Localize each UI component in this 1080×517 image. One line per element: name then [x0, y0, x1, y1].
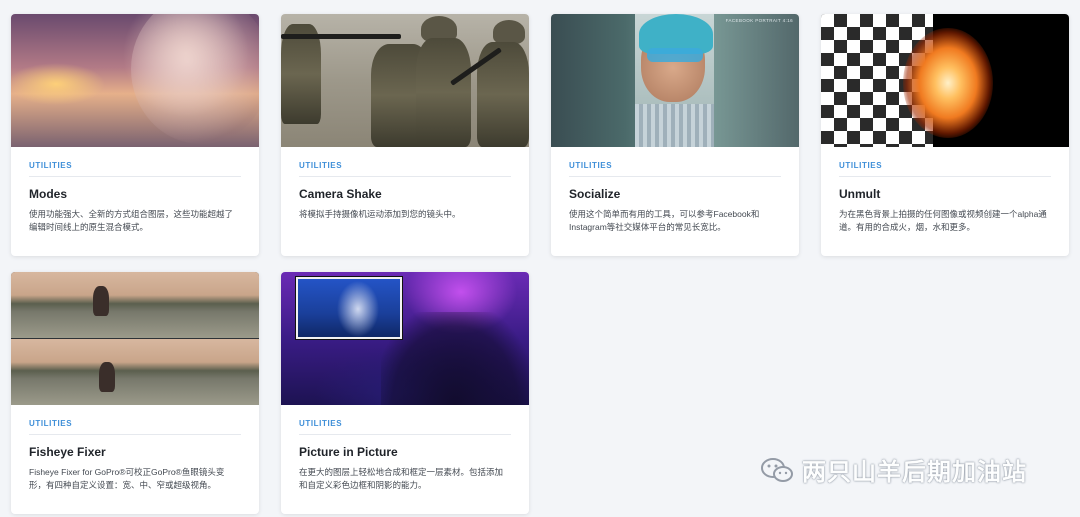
person-silhouette: [93, 286, 109, 316]
soldier-figure: [281, 24, 321, 124]
card-title: Modes: [29, 187, 68, 201]
soldier-figure: [416, 38, 471, 147]
wechat-icon: [760, 457, 794, 483]
card-category: UTILITIES: [569, 161, 781, 177]
card-title: Picture in Picture: [299, 445, 398, 459]
card-category: UTILITIES: [299, 161, 511, 177]
aspect-ratio-label: FACEBOOK PORTRAIT 4:16: [725, 18, 793, 23]
card-description: Fisheye Fixer for GoPro®可校正GoPro®鱼眼镜头变形，…: [29, 467, 225, 490]
card-category: UTILITIES: [29, 419, 241, 435]
person-silhouette: [99, 362, 115, 392]
thumbnail-modes: [11, 14, 259, 147]
card-category: UTILITIES: [299, 419, 511, 435]
card-category: UTILITIES: [839, 161, 1051, 177]
card-category: UTILITIES: [29, 161, 241, 177]
thumbnail-fisheye-fixer: [11, 272, 259, 405]
card-description: 将模拟手持摄像机运动添加到您的镜头中。: [299, 209, 461, 219]
portrait-glasses: [647, 48, 703, 62]
card-title: Fisheye Fixer: [29, 445, 106, 459]
thumbnail-picture-in-picture: [281, 272, 529, 405]
card-modes[interactable]: UTILITIES Modes 使用功能强大、全新的方式组合图层，这些功能超越了…: [11, 14, 259, 256]
portrait-shirt: [635, 104, 714, 147]
watermark: 两只山羊后期加油站: [760, 452, 1027, 487]
card-socialize[interactable]: FACEBOOK PORTRAIT 4:16 UTILITIES Sociali…: [551, 14, 799, 256]
crowd-silhouettes: [381, 312, 529, 405]
card-description: 使用功能强大、全新的方式组合图层，这些功能超越了编辑时间线上的原生混合模式。: [29, 209, 234, 232]
card-title: Camera Shake: [299, 187, 382, 201]
fire-burst: [903, 28, 993, 138]
thumbnail-face-overlay: [131, 14, 259, 144]
soldier-helmet: [493, 20, 525, 44]
thumbnail-camera-shake: [281, 14, 529, 147]
lake-scene-top: [11, 272, 259, 338]
lake-scene-bottom: [11, 339, 259, 405]
thumbnail-unmult: [821, 14, 1069, 147]
card-title: Socialize: [569, 187, 621, 201]
thumbnail-socialize: FACEBOOK PORTRAIT 4:16: [551, 14, 799, 147]
card-description: 为在黑色背景上拍摄的任何图像或视频创建一个alpha通道。有用的合成火，烟，水和…: [839, 209, 1047, 232]
rifle-shape: [281, 34, 401, 39]
card-description: 使用这个简单而有用的工具，可以参考Facebook和Instagram等社交媒体…: [569, 209, 760, 232]
card-unmult[interactable]: UTILITIES Unmult 为在黑色背景上拍摄的任何图像或视频创建一个al…: [821, 14, 1069, 256]
card-title: Unmult: [839, 187, 881, 201]
card-description: 在更大的图层上轻松地合成和框定一层素材。包括添加和自定义彩色边框和阴影的能力。: [299, 467, 504, 490]
card-picture-in-picture[interactable]: UTILITIES Picture in Picture 在更大的图层上轻松地合…: [281, 272, 529, 514]
card-fisheye-fixer[interactable]: UTILITIES Fisheye Fixer Fisheye Fixer fo…: [11, 272, 259, 514]
inset-frame: [296, 277, 402, 339]
effects-grid: UTILITIES Modes 使用功能强大、全新的方式组合图层，这些功能超越了…: [11, 14, 1069, 514]
watermark-text: 两只山羊后期加油站: [802, 458, 1027, 486]
card-camera-shake[interactable]: UTILITIES Camera Shake 将模拟手持摄像机运动添加到您的镜头…: [281, 14, 529, 256]
